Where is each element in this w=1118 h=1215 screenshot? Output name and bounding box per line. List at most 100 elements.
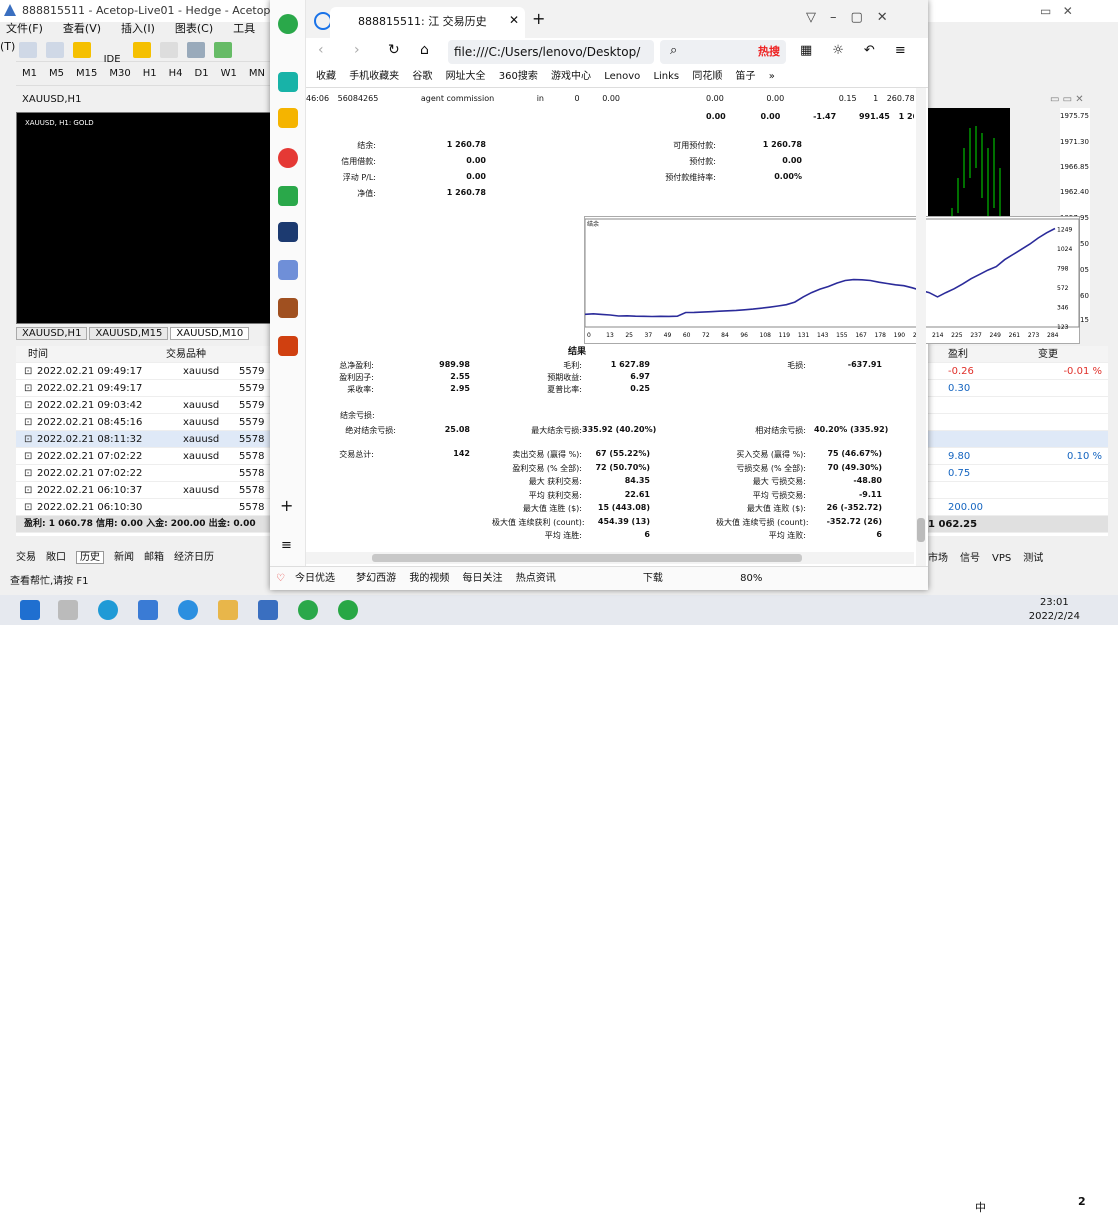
signal-icon[interactable] (159, 42, 178, 58)
cloud-icon[interactable] (187, 42, 206, 58)
table-row[interactable]: ⊡ 2022.02.21 09:49:17 xauusd 5579 (16, 363, 271, 380)
tab-signals[interactable]: 信号 (960, 553, 980, 564)
sidebar-game2-icon[interactable] (278, 336, 298, 356)
table-row[interactable]: 9.80 0.10 % (928, 448, 1108, 465)
chart-tab[interactable]: XAUUSD,M15 (89, 327, 169, 340)
new-tab-icon[interactable]: + (532, 9, 545, 28)
sidebar-add-icon[interactable]: + (280, 496, 293, 515)
edge-icon[interactable] (98, 600, 118, 620)
tab-news[interactable]: 新闻 (114, 552, 134, 563)
home-icon[interactable]: ⌂ (420, 42, 429, 58)
status-item[interactable]: 每日关注 (463, 573, 503, 584)
bookmark-item[interactable]: Links (653, 71, 679, 82)
tab-trade[interactable]: 交易 (16, 552, 36, 563)
refresh-icon[interactable]: ↻ (388, 42, 400, 58)
url-input[interactable]: file:///C:/Users/lenovo/Desktop/ (448, 40, 654, 64)
vscroll-thumb[interactable] (917, 518, 925, 542)
clock[interactable]: 23:01 2022/2/24 (1029, 596, 1080, 624)
forward-icon[interactable]: › (354, 42, 360, 58)
menu-view[interactable]: 查看(V) (63, 22, 101, 35)
chart-tab-active[interactable]: XAUUSD,M10 (170, 327, 250, 340)
tab-tester[interactable]: 测试 (1023, 553, 1043, 564)
zoom-level[interactable]: 80% (740, 573, 762, 584)
sidebar-weibo-icon[interactable] (278, 148, 298, 168)
chart-window-controls[interactable]: ▭ ▭ ✕ (1050, 94, 1084, 105)
toolbar-icons[interactable]: ▦☼↶≡ (800, 43, 926, 58)
table-row[interactable]: ⊡ 2022.02.21 08:11:32 xauusd 5578 (16, 431, 271, 448)
tf-m30[interactable]: M30 (109, 62, 130, 86)
hscroll-thumb[interactable] (372, 554, 802, 562)
tab-market[interactable]: 市场 (928, 553, 948, 564)
back-icon[interactable]: ‹ (318, 42, 324, 58)
table-row[interactable]: -0.26 -0.01 % (928, 363, 1108, 380)
tab-mailbox[interactable]: 邮箱 (144, 552, 164, 563)
tf-mn[interactable]: MN (249, 62, 265, 86)
bookmark-more[interactable]: » (769, 71, 775, 82)
dollar-icon[interactable] (73, 42, 92, 58)
table-row[interactable]: ⊡ 2022.02.21 07:02:22 xauusd 5578 (16, 448, 271, 465)
ie-browser-icon[interactable] (298, 600, 318, 620)
ime-indicator[interactable]: 中 (975, 1199, 986, 1215)
tf-m15[interactable]: M15 (76, 62, 97, 86)
chart-tab[interactable]: XAUUSD,H1 (16, 327, 88, 340)
bookmark-item[interactable]: 手机收藏夹 (349, 71, 399, 82)
window-buttons[interactable]: ▽–▢✕ (806, 10, 902, 25)
browser-360-icon[interactable] (178, 600, 198, 620)
sidebar-mail-icon[interactable] (278, 186, 298, 206)
bookmark-item[interactable]: 游戏中心 (551, 71, 591, 82)
header-symbol[interactable]: 交易品种 (166, 346, 206, 363)
tf-h1[interactable]: H1 (143, 62, 157, 86)
app-icon[interactable] (138, 600, 158, 620)
table-row[interactable]: ⊡ 2022.02.21 08:45:16 xauusd 5579 (16, 414, 271, 431)
tf-d1[interactable]: D1 (195, 62, 209, 86)
profiles-icon[interactable] (46, 42, 65, 58)
price-chart-left[interactable]: XAUUSD, H1: GOLD (16, 112, 271, 324)
table-row[interactable]: 0.30 (928, 380, 1108, 397)
status-item[interactable]: 下载 (643, 573, 663, 584)
table-row[interactable] (928, 431, 1108, 448)
close-tab-icon[interactable]: ✕ (509, 13, 519, 27)
header-change[interactable]: 变更 (1038, 346, 1058, 363)
sidebar-menu-icon[interactable]: ≡ (281, 538, 292, 553)
table-row[interactable] (928, 482, 1108, 499)
sidebar-plus-icon[interactable] (278, 72, 298, 92)
tab-vps[interactable]: VPS (992, 553, 1011, 564)
sidebar-note-icon[interactable] (278, 260, 298, 280)
sidebar-star-icon[interactable] (278, 108, 298, 128)
table-row[interactable]: ⊡ 2022.02.21 07:02:22 5578 (16, 465, 271, 482)
tab-calendar[interactable]: 经济日历 (174, 552, 214, 563)
bookmark-item[interactable]: 同花顺 (692, 71, 722, 82)
wechat-icon[interactable] (338, 600, 358, 620)
bookmark-item[interactable]: Lenovo (604, 71, 640, 82)
table-row[interactable]: ⊡ 2022.02.21 06:10:30 5578 (16, 499, 271, 516)
bookmark-item[interactable]: 网址大全 (446, 71, 486, 82)
bookmark-item[interactable]: 笛子 (736, 71, 756, 82)
windows-start-icon[interactable] (20, 600, 40, 620)
bookmark-item[interactable]: 谷歌 (412, 71, 432, 82)
tf-h4[interactable]: H4 (169, 62, 183, 86)
table-row[interactable]: ⊡ 2022.02.21 09:03:42 xauusd 5579 (16, 397, 271, 414)
tf-m5[interactable]: M5 (49, 62, 64, 86)
chart-icon[interactable] (19, 42, 37, 58)
tab-exposure[interactable]: 敞口 (46, 552, 66, 563)
browser-tab[interactable]: 888815511: 江 交易历史 (330, 7, 525, 38)
lock-icon[interactable] (132, 42, 151, 58)
horizontal-scrollbar[interactable] (306, 552, 914, 564)
sidebar-game-icon[interactable] (278, 298, 298, 318)
table-row[interactable] (928, 397, 1108, 414)
mt4-icon[interactable] (258, 600, 278, 620)
header-profit[interactable]: 盈利 (928, 346, 1038, 363)
vps-icon[interactable] (214, 42, 233, 58)
menu-insert[interactable]: 插入(I) (121, 22, 155, 35)
bookmark-item[interactable]: 360搜索 (499, 71, 538, 82)
folder-icon[interactable] (218, 600, 238, 620)
notification-count[interactable]: 2 (1078, 1195, 1086, 1208)
tab-history[interactable]: 历史 (76, 551, 104, 564)
window-controls[interactable]: ▭ ✕ (1040, 4, 1073, 18)
tf-w1[interactable]: W1 (221, 62, 237, 86)
task-view-icon[interactable] (58, 600, 78, 620)
menu-chart[interactable]: 图表(C) (175, 22, 213, 35)
status-item[interactable]: 我的视频 (409, 573, 449, 584)
status-item[interactable]: 梦幻西游 (356, 573, 396, 584)
table-row[interactable]: ⊡ 2022.02.21 06:10:37 xauusd 5578 (16, 482, 271, 499)
